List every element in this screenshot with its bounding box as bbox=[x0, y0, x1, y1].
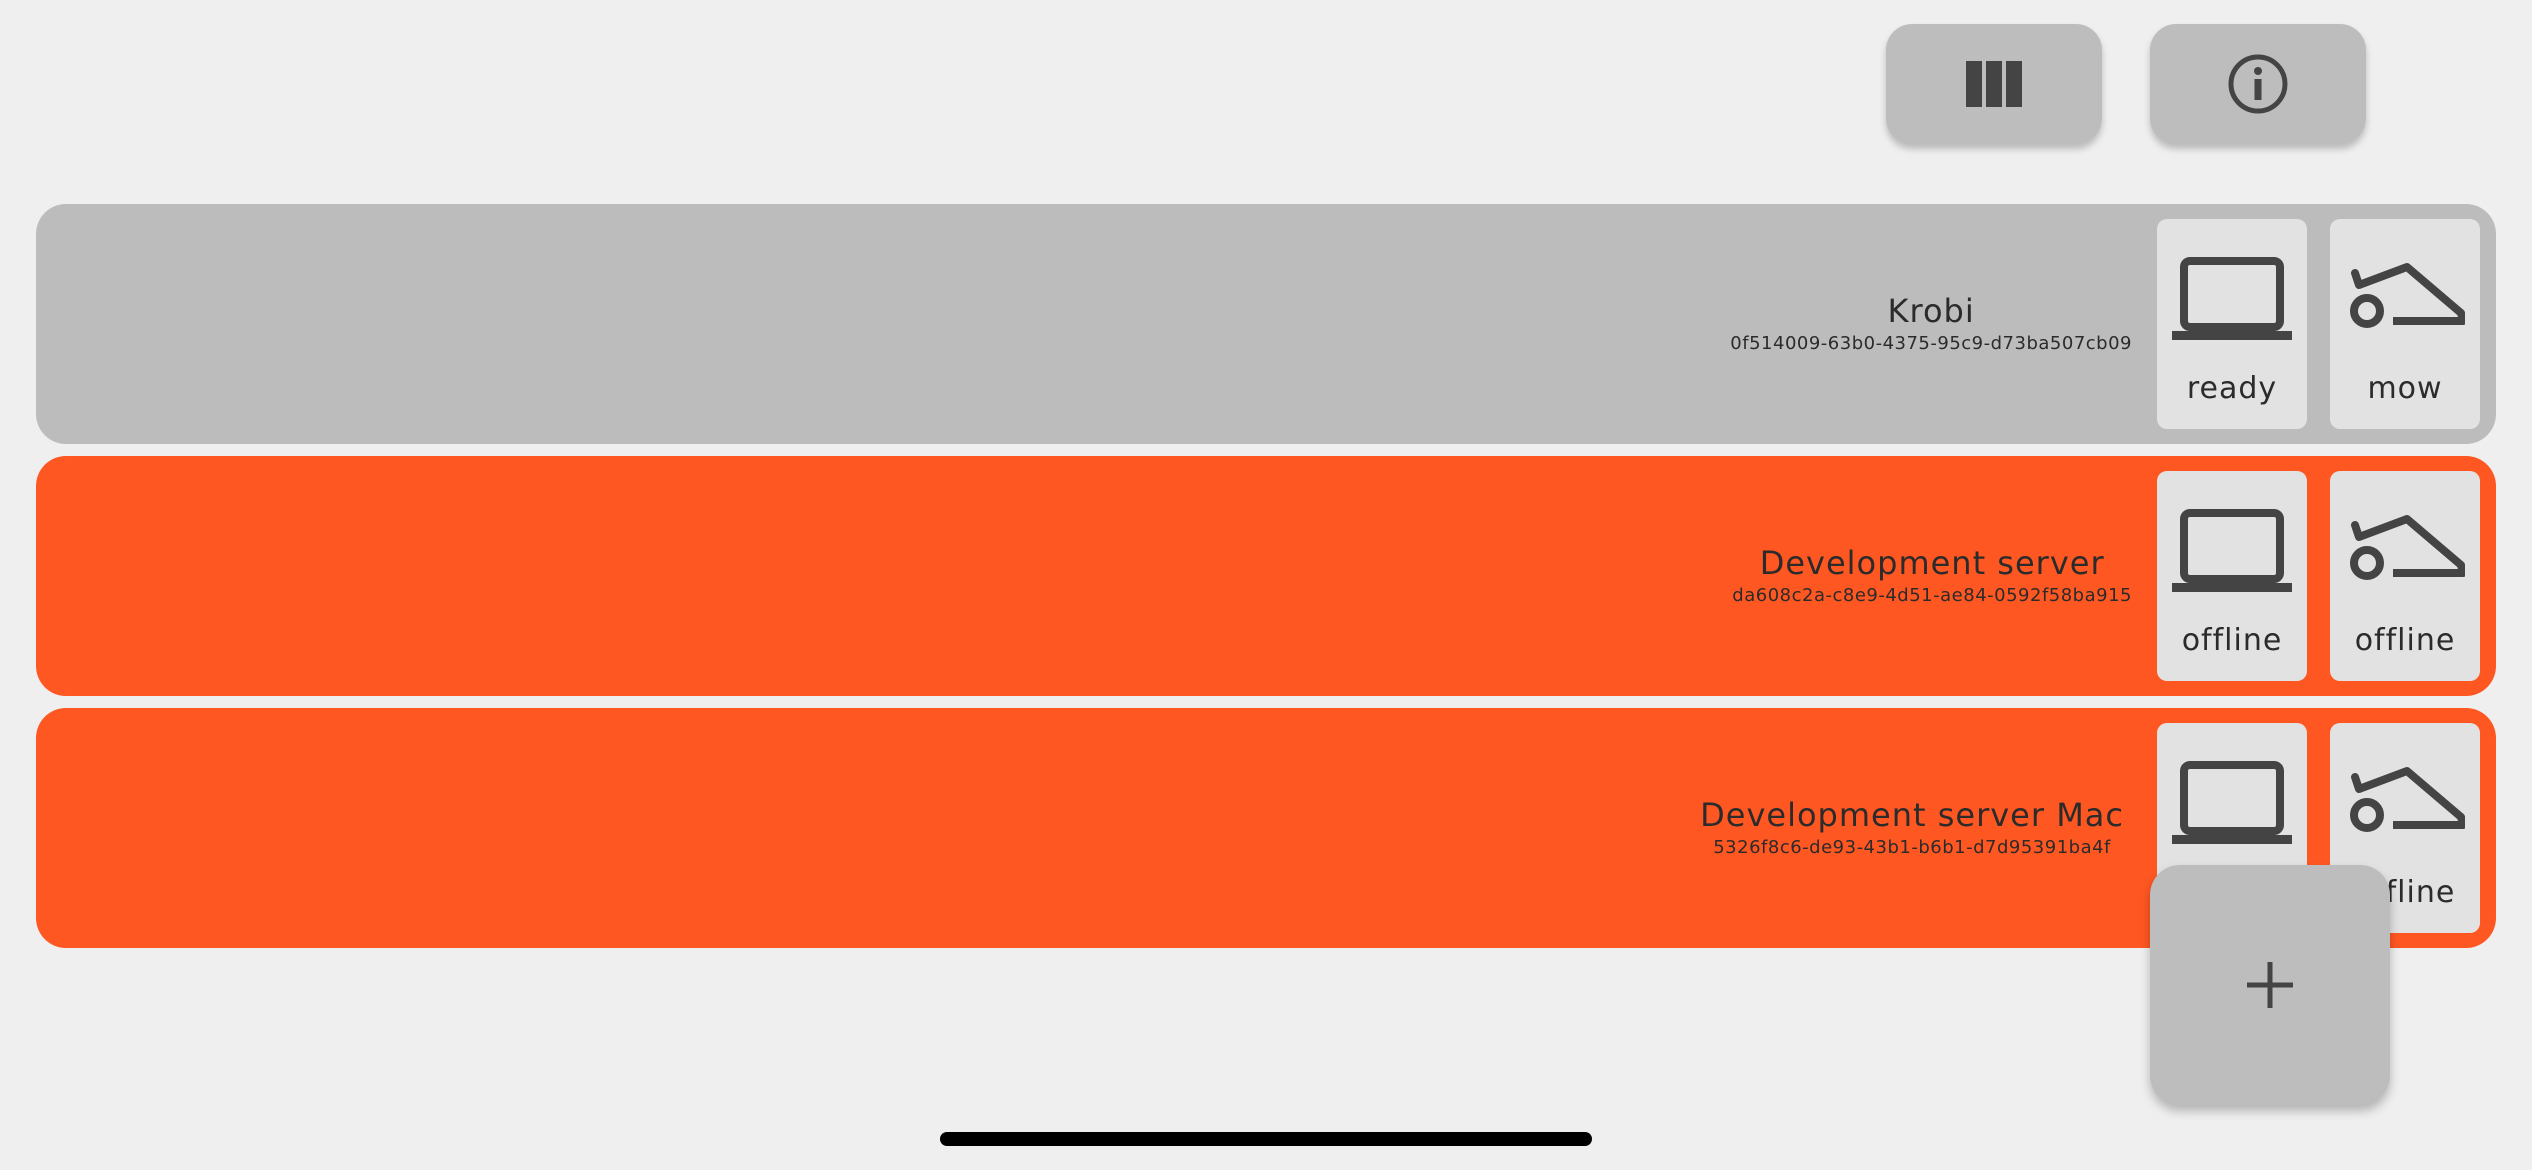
laptop-icon bbox=[2172, 257, 2292, 340]
server-info: Krobi 0f514009-63b0-4375-95c9-d73ba507cb… bbox=[1730, 294, 2132, 356]
layout-toggle-button[interactable] bbox=[1886, 24, 2102, 144]
lawn-mower-icon bbox=[2350, 263, 2465, 328]
add-server-button[interactable] bbox=[2150, 865, 2390, 1105]
lawn-mower-icon bbox=[2350, 515, 2465, 580]
mower-status-label: mow bbox=[2367, 371, 2443, 406]
server-row[interactable]: Krobi 0f514009-63b0-4375-95c9-d73ba507cb… bbox=[36, 204, 2496, 444]
server-row[interactable]: Development server Mac 5326f8c6-de93-43b… bbox=[36, 708, 2496, 948]
server-name: Development server Mac bbox=[1700, 796, 2124, 834]
server-id: 0f514009-63b0-4375-95c9-d73ba507cb09 bbox=[1730, 333, 2132, 354]
computer-status-tile[interactable]: offline bbox=[2157, 471, 2307, 681]
computer-status-label: ready bbox=[2186, 371, 2278, 406]
server-name: Krobi bbox=[1887, 292, 1975, 330]
server-info: Development server da608c2a-c8e9-4d51-ae… bbox=[1732, 546, 2132, 608]
columns-icon bbox=[1966, 61, 2022, 107]
computer-status-tile[interactable]: ready bbox=[2157, 219, 2307, 429]
computer-status-label: offline bbox=[2181, 623, 2283, 658]
home-indicator[interactable] bbox=[940, 1132, 1592, 1146]
laptop-icon bbox=[2172, 761, 2292, 844]
server-name: Development server bbox=[1759, 544, 2105, 582]
mower-status-tile[interactable]: offline bbox=[2330, 471, 2480, 681]
laptop-icon bbox=[2172, 509, 2292, 592]
mower-status-tile[interactable]: mow bbox=[2330, 219, 2480, 429]
server-id: 5326f8c6-de93-43b1-b6b1-d7d95391ba4f bbox=[1713, 837, 2111, 858]
server-info: Development server Mac 5326f8c6-de93-43b… bbox=[1700, 798, 2124, 860]
mower-status-label: offline bbox=[2354, 623, 2456, 658]
plus-icon bbox=[2247, 962, 2293, 1008]
lawn-mower-icon bbox=[2350, 767, 2465, 832]
info-button[interactable] bbox=[2150, 24, 2366, 144]
server-row[interactable]: Development server da608c2a-c8e9-4d51-ae… bbox=[36, 456, 2496, 696]
info-icon bbox=[2228, 54, 2288, 114]
server-id: da608c2a-c8e9-4d51-ae84-0592f58ba915 bbox=[1732, 585, 2132, 606]
